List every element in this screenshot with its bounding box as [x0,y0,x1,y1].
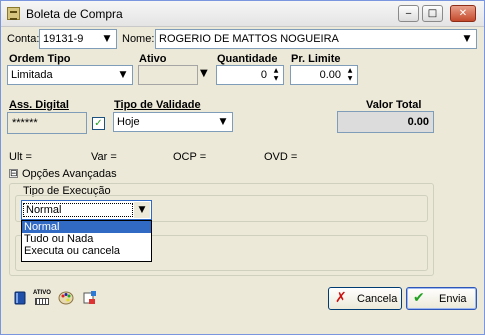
validity-label: Tipo de Validade [114,99,201,111]
price-value: 0.00 [319,69,341,81]
total-field: 0.00 [337,111,434,133]
execution-type-value: Normal [23,203,133,217]
ocp-label: OCP = [173,151,207,163]
signature-label: Ass. Digital [9,99,69,111]
asset-label: Ativo [139,53,167,65]
cancel-button-label: Cancela [357,293,398,305]
list-item[interactable]: Tudo ou Nada [22,233,151,245]
minimize-button[interactable]: ‒ [398,5,419,22]
list-item[interactable]: Normal [22,221,151,233]
price-label: Pr. Limite [291,53,341,65]
order-dialog: Boleta de Compra ‒ □ ✕ Conta: 19131-9 ▼ … [0,0,485,335]
execution-type-select[interactable]: Normal ▼ [21,200,152,220]
validity-select[interactable]: Hoje ▼ [113,112,233,132]
signature-checkbox[interactable]: ✓ [92,117,105,130]
collapse-icon[interactable]: ⊟ [9,169,18,178]
asset-input[interactable] [138,65,198,85]
ovd-label: OVD = [264,151,298,163]
edit-icon[interactable] [82,290,98,306]
order-type-label: Ordem Tipo [9,53,71,65]
execution-type-dropdown: Normal Tudo ou Nada Executa ou cancela [21,220,152,262]
ativo-label: ATIVO [33,290,51,296]
list-item[interactable]: Executa ou cancela [22,245,151,257]
total-label: Valor Total [366,99,422,111]
validity-value: Hoje [117,116,140,128]
grid-icon [35,298,49,305]
name-label: Nome: [122,33,155,45]
account-value: 19131-9 [43,33,84,45]
chevron-down-icon: ▼ [103,34,111,44]
palette-icon[interactable] [58,290,74,306]
chevron-down-icon: ▼ [134,202,150,218]
price-up-icon[interactable]: ▲ [344,67,356,75]
cancel-button[interactable]: ✗ Cancela [328,287,402,310]
signature-value: ****** [12,117,38,129]
send-button[interactable]: ✔ Envia [406,287,477,310]
quantity-stepper[interactable]: 0 ▲ ▼ [216,65,284,85]
ult-label: Ult = [9,151,32,163]
price-down-icon[interactable]: ▼ [344,75,356,83]
account-label: Conta: [7,33,40,45]
quantity-value: 0 [260,69,267,81]
send-button-label: Envia [439,293,467,305]
order-type-value: Limitada [11,69,53,81]
name-select[interactable]: ROGERIO DE MATTOS NOGUEIRA ▼ [155,29,477,49]
quantity-down-icon[interactable]: ▼ [270,75,282,83]
order-type-select[interactable]: Limitada ▼ [7,65,133,85]
title-bar: Boleta de Compra ‒ □ ✕ [1,1,484,27]
quantity-up-icon[interactable]: ▲ [270,67,282,75]
advanced-options-label: Opções Avançadas [22,168,117,180]
quantity-label: Quantidade [217,53,278,65]
app-icon [7,7,20,20]
chevron-down-icon: ▼ [119,70,127,80]
account-select[interactable]: 19131-9 ▼ [39,29,117,49]
signature-field[interactable]: ****** [7,112,87,134]
chevron-down-icon: ▼ [463,34,471,44]
close-button[interactable]: ✕ [450,5,476,22]
ativo-icon[interactable]: ATIVO [33,290,51,306]
maximize-button[interactable]: □ [422,5,443,22]
checkmark-icon: ✔ [413,290,425,306]
total-value: 0.00 [407,116,429,128]
price-stepper[interactable]: 0.00 ▲ ▼ [290,65,358,85]
chevron-down-icon: ▼ [219,117,227,127]
window-title: Boleta de Compra [26,7,123,21]
asset-dropdown-icon[interactable]: ▼ [200,68,208,79]
var-label: Var = [91,151,117,163]
book-icon[interactable] [12,290,28,306]
cancel-icon: ✗ [335,290,347,306]
name-value: ROGERIO DE MATTOS NOGUEIRA [159,33,339,45]
